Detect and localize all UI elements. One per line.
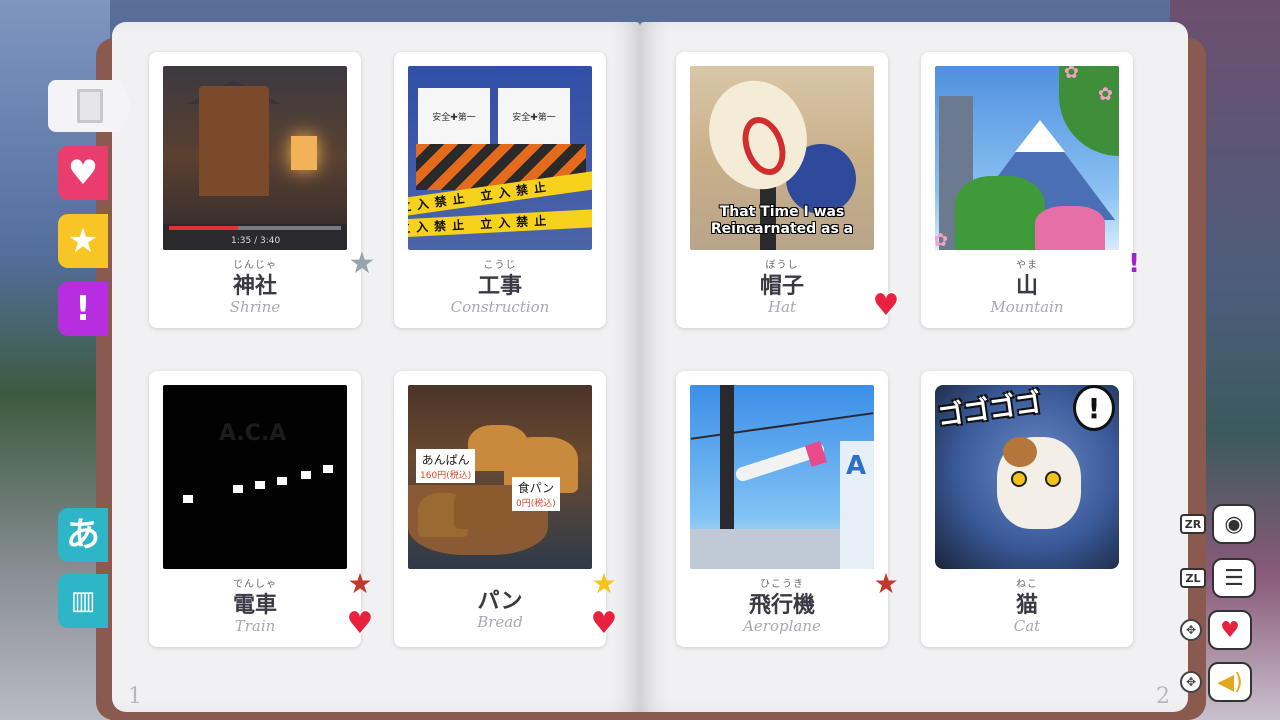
dpad-icon: ✥ xyxy=(1180,619,1202,641)
card-mountain[interactable]: ✿ ✿ ✿ やま 山 Mountain xyxy=(921,52,1133,328)
photo-cat: ゴゴゴゴ ! xyxy=(935,385,1119,569)
star-icon: ★ xyxy=(347,567,373,600)
card-train[interactable]: A.C.A でんしゃ 電車 Train xyxy=(149,371,361,647)
building-sign: A xyxy=(846,451,867,481)
video-time: 1:35 / 3:40 xyxy=(231,236,281,246)
word-english: Train xyxy=(234,617,276,635)
photo-card-icon xyxy=(77,89,103,123)
card-construction[interactable]: 安全✚第一 安全✚第一 立入禁止 立入禁止 立入禁止 立入禁止 こうじ 工事 C… xyxy=(394,52,606,328)
control-notes[interactable]: ZL ☰ xyxy=(1180,558,1256,598)
word-english: Mountain xyxy=(990,298,1064,316)
station-sign: A.C.A xyxy=(219,421,287,446)
photo-mountain: ✿ ✿ ✿ xyxy=(935,66,1119,250)
word-english: Bread xyxy=(477,613,523,631)
control-audio[interactable]: ✥ ◀) xyxy=(1180,662,1252,702)
blossom-icon: ✿ xyxy=(935,230,949,250)
card-aeroplane[interactable]: A ひこうき 飛行機 Aeroplane xyxy=(676,371,888,647)
zl-button: ZL xyxy=(1180,568,1206,588)
heart-icon: ♥ xyxy=(872,288,900,323)
zr-button: ZR xyxy=(1180,514,1206,534)
photo-shrine: 1:35 / 3:40 xyxy=(163,66,347,250)
word-japanese: 飛行機 xyxy=(748,593,815,618)
word-japanese: 山 xyxy=(1015,274,1038,299)
word-japanese: 工事 xyxy=(477,274,522,299)
card-shrine[interactable]: 1:35 / 3:40 じんじゃ 神社 Shrine xyxy=(149,52,361,328)
word-japanese: 猫 xyxy=(1015,593,1038,618)
price-tag: 食パン 0円(税込) xyxy=(512,477,560,511)
word-japanese: 電車 xyxy=(232,593,277,618)
word-english: Shrine xyxy=(229,298,281,316)
safety-sign: 安全✚第一 xyxy=(418,88,490,144)
blossom-icon: ✿ xyxy=(1063,66,1079,83)
control-camera[interactable]: ZR ◉ xyxy=(1180,504,1256,544)
exclamation-icon: ! xyxy=(75,289,91,329)
photo-bread: あんぱん 160円(税込) 食パン 0円(税込) xyxy=(408,385,592,569)
star-icon: ★ xyxy=(873,567,899,600)
control-favorite[interactable]: ✥ ♥ xyxy=(1180,610,1252,650)
sound-effect-text: ゴゴゴゴ xyxy=(935,387,1043,433)
card-hat[interactable]: That Time I was Reincarnated as a ぼうし 帽子… xyxy=(676,52,888,328)
photo-hat: That Time I was Reincarnated as a xyxy=(690,66,874,250)
subtitle-caption: That Time I was Reincarnated as a xyxy=(710,204,854,237)
tab-starred[interactable]: ★ xyxy=(58,214,108,268)
camera-icon: ◉ xyxy=(1212,504,1256,544)
page-number-right: 2 xyxy=(1156,684,1170,709)
heart-icon: ♥ xyxy=(1208,610,1252,650)
star-icon: ★ xyxy=(348,246,376,281)
photo-construction: 安全✚第一 安全✚第一 立入禁止 立入禁止 立入禁止 立入禁止 xyxy=(408,66,592,250)
page-number-left: 1 xyxy=(128,684,142,709)
tab-dictionary[interactable]: ▥ xyxy=(58,574,108,628)
notes-icon: ☰ xyxy=(1212,558,1256,598)
photo-train: A.C.A xyxy=(163,385,347,569)
star-icon: ★ xyxy=(591,567,617,600)
price-tag: あんぱん 160円(税込) xyxy=(416,449,476,483)
speech-bubble: ! xyxy=(1073,385,1115,431)
word-english: Aeroplane xyxy=(743,617,821,635)
photo-aeroplane: A xyxy=(690,385,874,569)
star-icon: ★ xyxy=(67,221,99,261)
card-cat[interactable]: ゴゴゴゴ ! ねこ 猫 Cat xyxy=(921,371,1133,647)
tab-favorites[interactable]: ♥ xyxy=(58,146,108,200)
blossom-icon: ✿ xyxy=(1097,84,1113,105)
exclamation-icon: ! xyxy=(1128,249,1140,279)
open-book-icon: ▥ xyxy=(70,586,96,616)
heart-icon: ♥ xyxy=(590,606,618,641)
speaker-icon: ◀) xyxy=(1208,662,1252,702)
word-japanese: 帽子 xyxy=(759,274,804,299)
caution-tape: 立入禁止 立入禁止 xyxy=(408,208,592,238)
word-english: Construction xyxy=(450,298,550,316)
word-english: Hat xyxy=(767,298,797,316)
heart-icon: ♥ xyxy=(346,606,374,641)
tab-photos[interactable] xyxy=(48,80,132,132)
tab-hiragana[interactable]: あ xyxy=(58,508,108,562)
card-bread[interactable]: あんぱん 160円(税込) 食パン 0円(税込) パン Bread xyxy=(394,371,606,647)
tab-new[interactable]: ! xyxy=(58,282,108,336)
dpad-icon: ✥ xyxy=(1180,671,1202,693)
video-progress xyxy=(169,226,341,230)
heart-icon: ♥ xyxy=(67,153,99,193)
word-english: Cat xyxy=(1013,617,1041,635)
word-japanese: パン xyxy=(477,589,523,614)
word-japanese: 神社 xyxy=(232,274,277,299)
safety-sign: 安全✚第一 xyxy=(498,88,570,144)
hiragana-label: あ xyxy=(66,515,100,555)
